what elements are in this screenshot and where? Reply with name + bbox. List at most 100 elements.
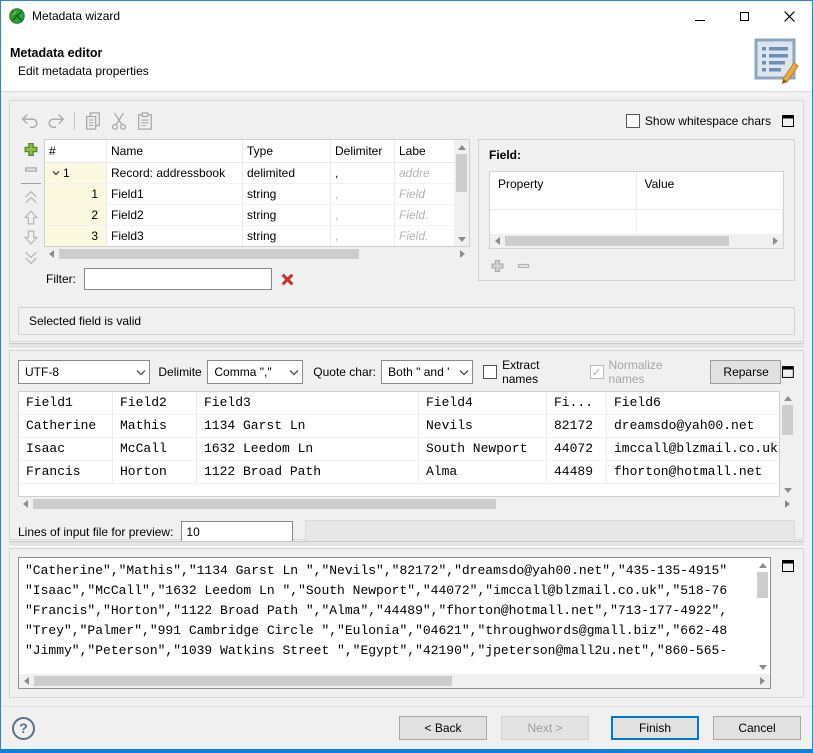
- charset-select[interactable]: UTF-8: [18, 360, 150, 384]
- column-header-property[interactable]: Property: [490, 172, 637, 210]
- row-number-cell: 3: [45, 226, 107, 246]
- scroll-thumb[interactable]: [33, 499, 496, 509]
- preview-row[interactable]: CatherineMathis1134 Garst LnNevils82172d…: [19, 415, 779, 438]
- preview-column-header[interactable]: Field4: [419, 392, 547, 414]
- raw-data-vscrollbar[interactable]: [755, 558, 770, 674]
- finish-button[interactable]: Finish: [611, 716, 699, 740]
- raw-data-hscrollbar[interactable]: [19, 674, 770, 688]
- remove-field-button[interactable]: [22, 161, 40, 178]
- column-header-name[interactable]: Name: [107, 140, 243, 162]
- label-cell: Field.: [395, 205, 454, 225]
- field-row[interactable]: 1Field1string,Field: [45, 184, 454, 205]
- column-header-number[interactable]: #: [45, 140, 107, 162]
- remove-property-button[interactable]: [515, 258, 532, 274]
- column-header-label[interactable]: Labe: [395, 140, 454, 162]
- add-property-button[interactable]: [489, 258, 506, 274]
- fields-table-vscrollbar[interactable]: [454, 140, 469, 246]
- quote-char-select[interactable]: Both " and ': [381, 360, 473, 384]
- scroll-down-icon[interactable]: [759, 665, 767, 670]
- add-field-button[interactable]: [22, 141, 40, 158]
- scroll-up-icon[interactable]: [458, 145, 466, 150]
- preview-column-header[interactable]: Field2: [113, 392, 197, 414]
- scroll-thumb[interactable]: [59, 249, 359, 259]
- preview-table-rows: CatherineMathis1134 Garst LnNevils82172d…: [19, 415, 779, 484]
- extract-names-checkbox[interactable]: [483, 365, 497, 379]
- preview-table-header: Field1Field2Field3Field4Fi...Field6: [19, 392, 779, 415]
- move-up-button[interactable]: [22, 209, 40, 226]
- sash-top[interactable]: [9, 342, 804, 350]
- preview-cell: Alma: [419, 461, 547, 483]
- scroll-right-icon[interactable]: [760, 677, 765, 685]
- copy-button[interactable]: [81, 110, 105, 132]
- reparse-button[interactable]: Reparse: [710, 360, 781, 384]
- scroll-right-icon[interactable]: [460, 250, 465, 258]
- scroll-thumb[interactable]: [456, 154, 467, 192]
- cancel-button[interactable]: Cancel: [713, 716, 801, 740]
- scroll-down-icon[interactable]: [458, 237, 466, 242]
- label-cell: Field: [395, 184, 454, 204]
- preview-hscrollbar[interactable]: [18, 497, 795, 511]
- scroll-left-icon[interactable]: [23, 500, 28, 508]
- back-button[interactable]: < Back: [399, 716, 487, 740]
- cut-button[interactable]: [107, 110, 131, 132]
- raw-data-panel: "Catherine","Mathis","1134 Garst Ln ","N…: [9, 548, 804, 698]
- preview-row[interactable]: FrancisHorton1122 Broad PathAlma44489fho…: [19, 461, 779, 484]
- scroll-thumb[interactable]: [505, 236, 729, 246]
- extract-names-toggle[interactable]: Extract names: [483, 358, 577, 386]
- scroll-thumb[interactable]: [34, 676, 452, 686]
- expand-chevron-icon[interactable]: [51, 168, 61, 178]
- close-button[interactable]: [767, 1, 812, 31]
- help-button[interactable]: ?: [12, 717, 35, 740]
- undo-button[interactable]: [18, 110, 42, 132]
- maximize-button[interactable]: [722, 1, 767, 31]
- field-properties-hscrollbar[interactable]: [490, 234, 783, 248]
- fields-table-hscrollbar[interactable]: [44, 247, 470, 261]
- column-header-delimiter[interactable]: Delimiter: [331, 140, 395, 162]
- scroll-up-icon[interactable]: [784, 396, 792, 401]
- scroll-thumb[interactable]: [757, 572, 768, 598]
- scroll-left-icon[interactable]: [24, 677, 29, 685]
- redo-icon: [46, 112, 66, 130]
- toolbar-separator: [74, 112, 75, 130]
- filter-input[interactable]: [84, 268, 272, 290]
- scroll-thumb[interactable]: [782, 405, 793, 435]
- field-row[interactable]: 3Field3string,Field.: [45, 226, 454, 246]
- paste-button[interactable]: [133, 110, 157, 132]
- column-header-type[interactable]: Type: [243, 140, 331, 162]
- preview-column-header[interactable]: Fi...: [547, 392, 607, 414]
- minimize-button[interactable]: [677, 1, 722, 31]
- wizard-body: Show whitespace chars: [1, 92, 812, 706]
- maximize-panel-icon[interactable]: [781, 365, 795, 379]
- preview-column-header[interactable]: Field1: [19, 392, 113, 414]
- preview-column-header[interactable]: Field3: [197, 392, 419, 414]
- scroll-right-icon[interactable]: [773, 237, 778, 245]
- parsed-preview-table: Field1Field2Field3Field4Fi...Field6 Cath…: [18, 391, 780, 497]
- preview-column-header[interactable]: Field6: [607, 392, 779, 414]
- raw-data-viewer[interactable]: "Catherine","Mathis","1134 Garst Ln ","N…: [18, 557, 771, 689]
- move-top-button[interactable]: [22, 189, 40, 206]
- maximize-panel-icon[interactable]: [781, 559, 795, 573]
- filter-clear-icon[interactable]: [280, 272, 295, 287]
- scroll-left-icon[interactable]: [49, 250, 54, 258]
- scroll-left-icon[interactable]: [495, 237, 500, 245]
- field-row[interactable]: 2Field2string,Field.: [45, 205, 454, 226]
- app-logo-icon: [9, 8, 25, 24]
- show-whitespace-toggle[interactable]: Show whitespace chars: [626, 114, 771, 128]
- show-whitespace-checkbox[interactable]: [626, 114, 640, 128]
- preview-vscrollbar[interactable]: [780, 391, 795, 497]
- preview-row[interactable]: IsaacMcCall1632 Leedom LnSouth Newport44…: [19, 438, 779, 461]
- next-button[interactable]: Next >: [501, 716, 589, 740]
- redo-button[interactable]: [44, 110, 68, 132]
- record-row[interactable]: 1Record: addressbookdelimited,addre: [45, 163, 454, 184]
- maximize-panel-icon[interactable]: [781, 114, 795, 128]
- type-cell: string: [243, 205, 331, 225]
- delimiter-select[interactable]: Comma ",": [207, 360, 303, 384]
- scroll-up-icon[interactable]: [759, 563, 767, 568]
- move-down-button[interactable]: [22, 229, 40, 246]
- raw-data-text[interactable]: "Catherine","Mathis","1134 Garst Ln ","N…: [19, 558, 755, 674]
- sash-bottom[interactable]: [9, 540, 804, 548]
- scroll-right-icon[interactable]: [785, 500, 790, 508]
- scroll-down-icon[interactable]: [784, 488, 792, 493]
- move-bottom-button[interactable]: [22, 249, 40, 266]
- column-header-value[interactable]: Value: [637, 172, 784, 210]
